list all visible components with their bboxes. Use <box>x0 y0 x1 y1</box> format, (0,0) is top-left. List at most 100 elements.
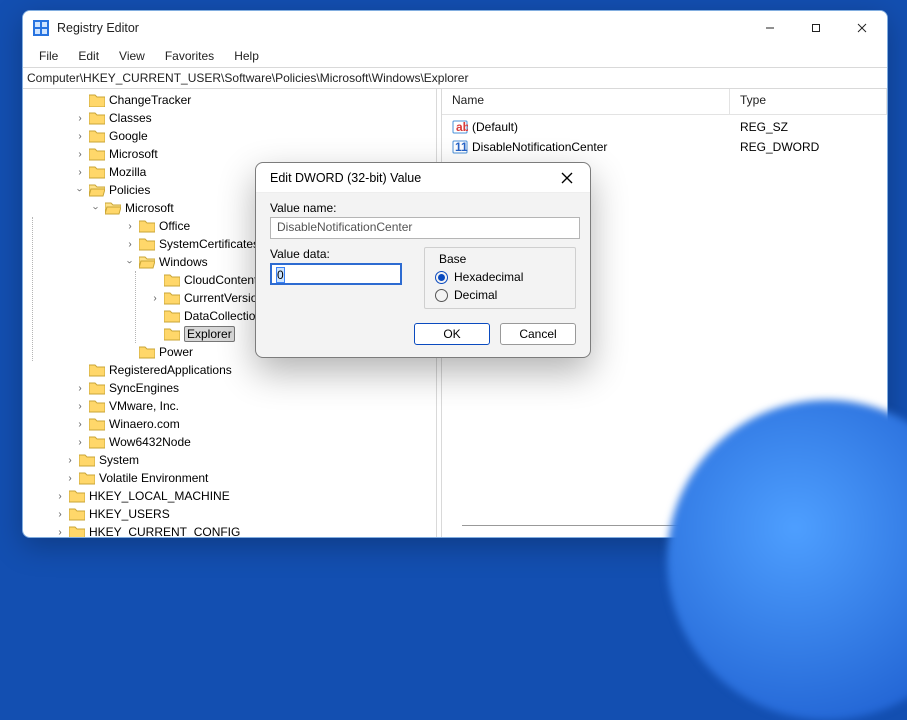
folder-icon <box>89 147 105 161</box>
chevron-right-icon[interactable]: › <box>73 147 87 161</box>
folder-icon <box>139 237 155 251</box>
chevron-right-icon[interactable]: › <box>73 435 87 449</box>
app-icon <box>33 20 49 36</box>
folder-icon <box>79 453 95 467</box>
tree-node-registeredapplications[interactable]: RegisteredApplications <box>25 361 436 379</box>
ok-button[interactable]: OK <box>414 323 490 345</box>
chevron-down-icon[interactable]: › <box>73 183 87 197</box>
tree-node-volatile[interactable]: ›Volatile Environment <box>25 469 436 487</box>
column-name[interactable]: Name <box>442 89 730 114</box>
menu-help[interactable]: Help <box>224 47 269 65</box>
tree-node-changetracker[interactable]: ChangeTracker <box>25 91 436 109</box>
folder-icon <box>89 399 105 413</box>
menubar: File Edit View Favorites Help <box>23 45 887 67</box>
folder-icon <box>164 291 180 305</box>
chevron-right-icon[interactable]: › <box>53 489 67 503</box>
horizontal-scrollbar[interactable] <box>462 525 877 533</box>
folder-icon <box>89 363 105 377</box>
tree-node-system[interactable]: ›System <box>25 451 436 469</box>
menu-view[interactable]: View <box>109 47 155 65</box>
tree-node-syncengines[interactable]: ›SyncEngines <box>25 379 436 397</box>
maximize-button[interactable] <box>793 13 839 43</box>
chevron-right-icon[interactable]: › <box>123 237 137 251</box>
folder-icon <box>139 219 155 233</box>
list-row[interactable]: ab (Default) REG_SZ <box>442 117 887 137</box>
value-data-label: Value data: <box>270 247 410 261</box>
folder-icon <box>89 435 105 449</box>
window-title: Registry Editor <box>57 21 139 35</box>
close-icon <box>561 172 573 184</box>
svg-text:110: 110 <box>455 140 468 154</box>
folder-open-icon <box>89 183 105 197</box>
value-type: REG_SZ <box>730 120 788 134</box>
titlebar: Registry Editor <box>23 11 887 45</box>
folder-icon <box>164 327 180 341</box>
dword-icon: 110 <box>452 139 468 155</box>
chevron-down-icon[interactable]: › <box>123 255 137 269</box>
folder-icon <box>89 93 105 107</box>
tree-node-hku[interactable]: ›HKEY_USERS <box>25 505 436 523</box>
tree-node-hklm[interactable]: ›HKEY_LOCAL_MACHINE <box>25 487 436 505</box>
base-label: Base <box>435 252 470 266</box>
value-name-input[interactable]: DisableNotificationCenter <box>270 217 580 239</box>
chevron-down-icon[interactable]: › <box>89 201 103 215</box>
chevron-right-icon[interactable]: › <box>73 417 87 431</box>
value-name: (Default) <box>472 120 518 134</box>
folder-icon <box>69 507 85 521</box>
list-row[interactable]: 110 DisableNotificationCenter REG_DWORD <box>442 137 887 157</box>
value-name-label: Value name: <box>270 201 576 215</box>
chevron-right-icon[interactable]: › <box>63 471 77 485</box>
radio-icon <box>435 271 448 284</box>
address-bar[interactable]: Computer\HKEY_CURRENT_USER\Software\Poli… <box>23 67 887 89</box>
string-icon: ab <box>452 119 468 135</box>
chevron-right-icon[interactable]: › <box>73 129 87 143</box>
chevron-right-icon[interactable]: › <box>73 111 87 125</box>
folder-icon <box>139 345 155 359</box>
chevron-right-icon[interactable]: › <box>123 219 137 233</box>
tree-node-google[interactable]: ›Google <box>25 127 436 145</box>
folder-icon <box>89 165 105 179</box>
folder-icon <box>164 309 180 323</box>
chevron-right-icon[interactable]: › <box>148 291 162 305</box>
tree-node-classes[interactable]: ›Classes <box>25 109 436 127</box>
menu-edit[interactable]: Edit <box>68 47 109 65</box>
folder-icon <box>79 471 95 485</box>
dialog-title: Edit DWORD (32-bit) Value <box>270 171 550 185</box>
folder-open-icon <box>139 255 155 269</box>
value-data-input[interactable]: 0 <box>270 263 402 285</box>
chevron-right-icon[interactable]: › <box>73 165 87 179</box>
radio-decimal[interactable]: Decimal <box>435 288 565 302</box>
folder-icon <box>89 129 105 143</box>
folder-icon <box>89 381 105 395</box>
chevron-right-icon[interactable]: › <box>63 453 77 467</box>
folder-icon <box>69 525 85 537</box>
value-type: REG_DWORD <box>730 140 819 154</box>
folder-icon <box>69 489 85 503</box>
svg-text:ab: ab <box>456 120 468 134</box>
value-name: DisableNotificationCenter <box>472 140 607 154</box>
menu-favorites[interactable]: Favorites <box>155 47 224 65</box>
chevron-right-icon[interactable]: › <box>73 399 87 413</box>
list-header: Name Type <box>442 89 887 115</box>
chevron-right-icon[interactable]: › <box>53 507 67 521</box>
folder-icon <box>164 273 180 287</box>
tree-node-microsoft[interactable]: ›Microsoft <box>25 145 436 163</box>
dialog-close-button[interactable] <box>550 166 584 190</box>
radio-hexadecimal[interactable]: Hexadecimal <box>435 270 565 284</box>
folder-open-icon <box>105 201 121 215</box>
tree-node-vmware[interactable]: ›VMware, Inc. <box>25 397 436 415</box>
tree-node-hkcc[interactable]: ›HKEY_CURRENT_CONFIG <box>25 523 436 537</box>
minimize-button[interactable] <box>747 13 793 43</box>
dialog-titlebar: Edit DWORD (32-bit) Value <box>256 163 590 193</box>
chevron-right-icon[interactable]: › <box>53 525 67 537</box>
chevron-right-icon[interactable]: › <box>73 381 87 395</box>
base-group: Base Hexadecimal Decimal <box>424 247 576 309</box>
menu-file[interactable]: File <box>29 47 68 65</box>
close-button[interactable] <box>839 13 885 43</box>
edit-dword-dialog: Edit DWORD (32-bit) Value Value name: Di… <box>255 162 591 358</box>
column-type[interactable]: Type <box>730 89 887 114</box>
cancel-button[interactable]: Cancel <box>500 323 576 345</box>
folder-icon <box>89 111 105 125</box>
tree-node-winaero[interactable]: ›Winaero.com <box>25 415 436 433</box>
tree-node-wow6432node[interactable]: ›Wow6432Node <box>25 433 436 451</box>
